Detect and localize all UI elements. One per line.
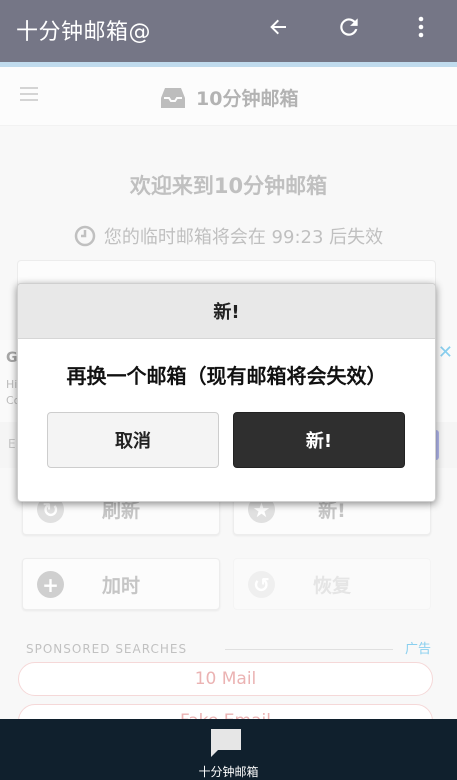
dialog-title: 新!: [18, 284, 435, 339]
chat-bubble-icon[interactable]: [208, 726, 244, 760]
bottom-nav: 十分钟邮箱: [0, 719, 457, 780]
bottom-nav-label[interactable]: 十分钟邮箱: [0, 763, 457, 780]
new-mailbox-dialog: 新! 再换一个邮箱（现有邮箱将会失效） 取消 新!: [17, 283, 436, 502]
cancel-button[interactable]: 取消: [47, 412, 219, 468]
confirm-new-button[interactable]: 新!: [233, 412, 405, 468]
dialog-message: 再换一个邮箱（现有邮箱将会失效）: [66, 364, 387, 388]
